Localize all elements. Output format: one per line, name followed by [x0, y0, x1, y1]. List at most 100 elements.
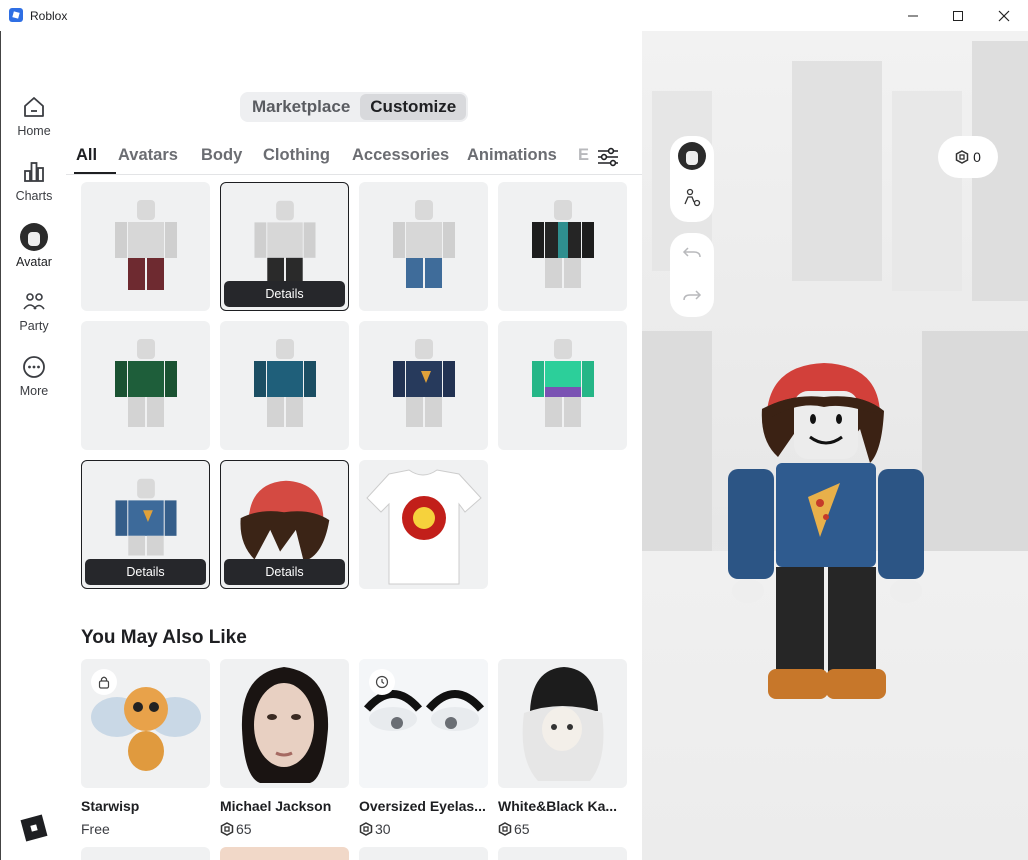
- item-tile-red-pants[interactable]: [81, 182, 210, 311]
- marketplace-tab[interactable]: Marketplace: [242, 94, 360, 120]
- robux-balance[interactable]: 0: [938, 136, 998, 178]
- rec-tile-michael-jackson[interactable]: [220, 659, 349, 788]
- outfit-thumbnail: [254, 339, 316, 427]
- price-value: Free: [81, 821, 110, 837]
- lock-icon: [98, 676, 110, 689]
- details-button[interactable]: Details: [224, 281, 345, 307]
- timer-badge: [369, 669, 395, 695]
- more-icon: [23, 356, 45, 378]
- left-navigation: Home Charts Avatar Party More: [0, 31, 66, 860]
- rec-tile-partial[interactable]: [359, 847, 488, 860]
- close-icon: [998, 10, 1010, 21]
- item-tile-tshirt-graphic[interactable]: [359, 460, 488, 589]
- maximize-button[interactable]: [935, 0, 981, 31]
- customize-tab[interactable]: Customize: [360, 94, 467, 120]
- nav-item-more[interactable]: More: [1, 354, 67, 414]
- tab-emotes-partial[interactable]: E: [578, 146, 589, 165]
- robux-icon: [220, 822, 234, 836]
- marketplace-customize-toggle: Marketplace Customize: [240, 92, 469, 122]
- nav-label-charts: Charts: [15, 189, 53, 203]
- title-bar: Roblox: [0, 0, 1028, 31]
- tab-clothing[interactable]: Clothing: [263, 146, 330, 165]
- nav-label-home: Home: [17, 124, 51, 138]
- rec-tile-starwisp[interactable]: [81, 659, 210, 788]
- head-thumbnail: [241, 667, 329, 783]
- item-tile-green-purple-shirt[interactable]: [498, 321, 627, 450]
- item-tile-dark-pants[interactable]: Details: [220, 182, 349, 311]
- robux-icon: [359, 822, 373, 836]
- item-tile-green-jersey[interactable]: [81, 321, 210, 450]
- nav-item-avatar[interactable]: Avatar: [1, 223, 67, 283]
- nav-item-charts[interactable]: Charts: [1, 159, 67, 219]
- tab-body[interactable]: Body: [201, 146, 242, 165]
- item-tile-navy-pizza-shirt[interactable]: [359, 321, 488, 450]
- hair-thumbnail: [522, 667, 604, 781]
- outfit-thumbnail: [532, 200, 594, 288]
- clock-icon: [375, 675, 389, 689]
- tabs-divider: [66, 174, 642, 175]
- robux-balance-value: 0: [973, 149, 981, 165]
- close-button[interactable]: [981, 0, 1027, 31]
- robux-icon: [498, 822, 512, 836]
- outfit-thumbnail: [115, 339, 177, 427]
- tshirt-thumbnail: [366, 469, 482, 585]
- rec-tile-partial[interactable]: [81, 847, 210, 860]
- avatar-settings-icon[interactable]: [682, 188, 702, 208]
- rec-price-starwisp: Free: [81, 821, 110, 837]
- rec-tile-partial[interactable]: [498, 847, 627, 860]
- outfit-thumbnail: [115, 200, 177, 290]
- outfit-thumbnail: [532, 339, 594, 427]
- section-title-recommendations: You May Also Like: [81, 627, 247, 648]
- item-tile-red-beanie-hair[interactable]: Details: [220, 460, 349, 589]
- redo-icon[interactable]: [682, 288, 702, 304]
- charts-icon: [24, 162, 44, 182]
- nav-item-party[interactable]: Party: [1, 289, 67, 349]
- undo-icon[interactable]: [682, 245, 702, 261]
- roblox-app-icon: [9, 8, 23, 22]
- price-value: 65: [236, 821, 252, 837]
- rec-name-white-black-hair[interactable]: White&Black Ka...: [498, 798, 617, 814]
- price-value: 30: [375, 821, 391, 837]
- rec-name-michael-jackson[interactable]: Michael Jackson: [220, 798, 331, 814]
- nav-item-home[interactable]: Home: [1, 94, 67, 154]
- price-value: 65: [514, 821, 530, 837]
- rec-price-white-black-hair: 65: [498, 821, 530, 837]
- party-icon: [23, 293, 45, 310]
- home-icon: [24, 97, 44, 117]
- rec-tile-white-black-hair[interactable]: [498, 659, 627, 788]
- rec-name-oversized-eyelashes[interactable]: Oversized Eyelas...: [359, 798, 486, 814]
- robux-icon: [955, 150, 969, 164]
- minimize-icon: [908, 15, 918, 16]
- item-tile-teal-shirt[interactable]: [220, 321, 349, 450]
- tab-animations[interactable]: Animations: [467, 146, 557, 165]
- minimize-button[interactable]: [890, 0, 936, 31]
- rec-price-michael-jackson: 65: [220, 821, 252, 837]
- rec-name-starwisp[interactable]: Starwisp: [81, 798, 139, 814]
- rec-tile-partial[interactable]: [220, 847, 349, 860]
- avatar-3d-model: [728, 363, 924, 699]
- item-tile-jeans[interactable]: [359, 182, 488, 311]
- tab-all[interactable]: All: [76, 146, 97, 165]
- tab-accessories[interactable]: Accessories: [352, 146, 449, 165]
- lock-badge: [91, 669, 117, 695]
- roblox-logo-icon[interactable]: [20, 814, 48, 842]
- avatar-icon: [20, 223, 48, 251]
- maximize-icon: [953, 10, 963, 21]
- avatar-headshot-button[interactable]: [678, 142, 706, 170]
- main-panel: Marketplace Customize All Avatars Body C…: [66, 31, 642, 860]
- outfit-thumbnail: [393, 339, 455, 427]
- outfit-thumbnail: [393, 200, 455, 288]
- avatar-preview-viewport[interactable]: 0: [642, 31, 1028, 860]
- item-tile-blue-pizza-sweater[interactable]: Details: [81, 460, 210, 589]
- rec-price-oversized-eyelashes: 30: [359, 821, 391, 837]
- details-button[interactable]: Details: [85, 559, 206, 585]
- item-tile-black-jacket[interactable]: [498, 182, 627, 311]
- window-title: Roblox: [30, 9, 68, 23]
- rec-tile-oversized-eyelashes[interactable]: [359, 659, 488, 788]
- undo-redo-group: [670, 233, 714, 317]
- category-tabs: All Avatars Body Clothing Accessories An…: [66, 141, 642, 175]
- filter-icon[interactable]: [596, 145, 620, 169]
- details-button[interactable]: Details: [224, 559, 345, 585]
- nav-label-avatar: Avatar: [16, 255, 52, 269]
- tab-avatars[interactable]: Avatars: [118, 146, 178, 165]
